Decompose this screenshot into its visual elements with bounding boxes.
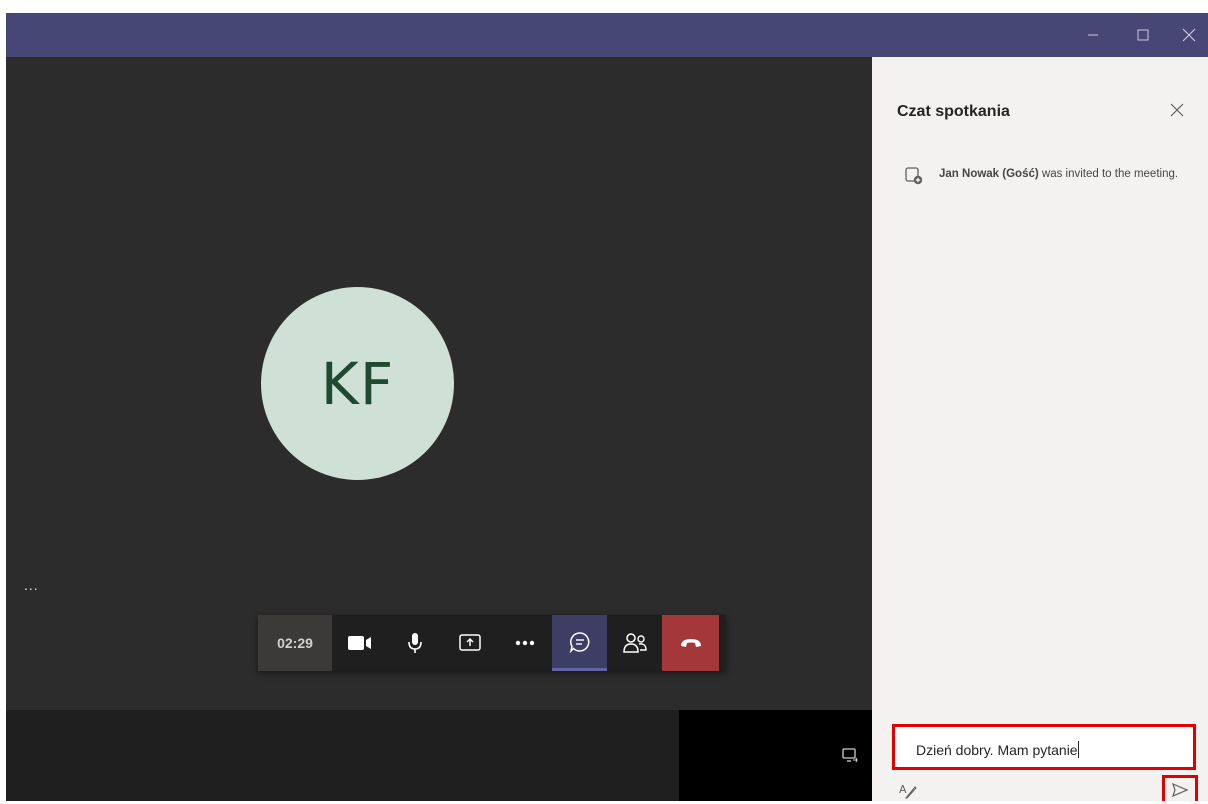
maximize-icon	[1137, 29, 1149, 41]
participant-more-options[interactable]: ...	[24, 577, 39, 593]
minimize-icon	[1088, 34, 1098, 36]
participants-button[interactable]	[607, 615, 662, 671]
hang-up-icon	[680, 639, 701, 647]
message-input[interactable]: Dzień dobry. Mam pytanie	[916, 741, 1176, 758]
minimize-button[interactable]	[1070, 13, 1116, 57]
add-member-icon	[905, 167, 923, 185]
format-icon: A	[899, 783, 917, 799]
screen-share-preview-icon	[842, 748, 858, 763]
chat-icon	[569, 631, 589, 653]
meeting-chat-panel: Czat spotkania Jan Nowak (Gość) was invi…	[872, 57, 1208, 801]
svg-text:A: A	[899, 783, 907, 796]
share-screen-button[interactable]	[442, 615, 497, 671]
send-icon	[1172, 782, 1188, 797]
camera-icon	[347, 636, 371, 650]
system-message-body: was invited to the meeting.	[1038, 168, 1179, 180]
invited-user-name: Jan Nowak (Gość)	[939, 168, 1039, 180]
text-caret	[1077, 741, 1079, 758]
close-window-button[interactable]	[1166, 13, 1208, 57]
hang-up-button[interactable]	[662, 615, 719, 671]
close-icon	[1170, 103, 1184, 117]
screen-share-preview-button[interactable]	[841, 747, 859, 770]
system-message-text: Jan Nowak (Gość) was invited to the meet…	[939, 167, 1178, 185]
microphone-button[interactable]	[387, 615, 442, 671]
maximize-button[interactable]	[1120, 13, 1166, 57]
microphone-icon	[407, 633, 422, 653]
call-toolbar: 02:29	[258, 615, 726, 671]
chat-button[interactable]	[552, 615, 607, 671]
chat-panel-close-button[interactable]	[1170, 103, 1184, 122]
participant-avatar: KF	[261, 287, 454, 480]
more-actions-icon	[515, 640, 534, 646]
more-actions-button[interactable]	[497, 615, 552, 671]
share-screen-icon	[458, 634, 481, 651]
call-timer: 02:29	[258, 615, 332, 671]
system-message: Jan Nowak (Gość) was invited to the meet…	[905, 167, 1185, 185]
participants-icon	[622, 633, 647, 653]
video-stage: KF ... 02:29	[6, 57, 872, 710]
send-button[interactable]	[1162, 775, 1198, 801]
self-preview-tile	[679, 710, 872, 801]
self-preview-bar	[6, 710, 872, 801]
chat-panel-title: Czat spotkania	[897, 103, 1010, 120]
compose-box[interactable]: Dzień dobry. Mam pytanie	[892, 724, 1196, 770]
title-bar	[6, 13, 1208, 57]
close-icon	[1182, 28, 1196, 42]
message-input-value: Dzień dobry. Mam pytanie	[916, 742, 1078, 758]
camera-button[interactable]	[332, 615, 387, 671]
